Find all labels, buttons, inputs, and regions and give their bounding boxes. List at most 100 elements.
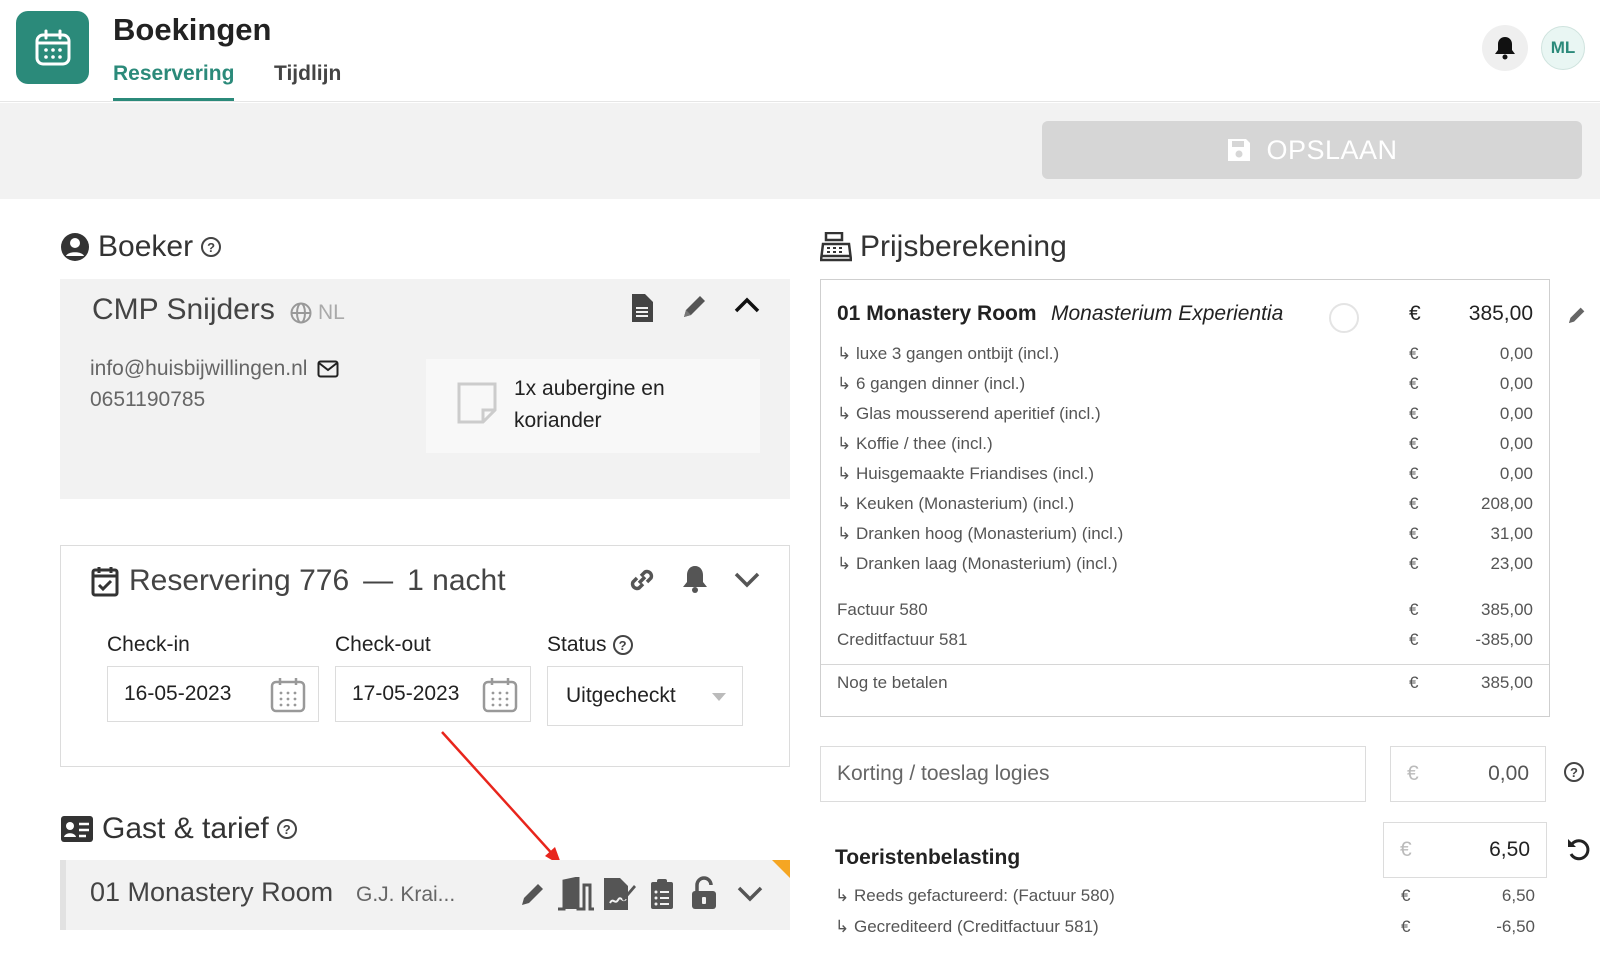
note-text: 1x aubergine en koriander <box>514 377 665 432</box>
bell-icon[interactable] <box>681 564 709 594</box>
currency-symbol: € <box>1409 302 1421 325</box>
chevron-up-icon[interactable] <box>733 295 761 315</box>
link-icon[interactable] <box>626 564 658 596</box>
title-separator: — <box>363 564 394 597</box>
calendar-icon[interactable] <box>270 677 306 713</box>
checkout-value: 17-05-2023 <box>352 682 460 705</box>
status-select[interactable]: Uitgecheckt <box>547 666 743 726</box>
toolbar: OPSLAAN <box>0 103 1600 199</box>
currency-symbol: € <box>1407 762 1419 785</box>
save-label: OPSLAAN <box>1266 134 1398 165</box>
currency-symbol: € <box>1400 838 1412 861</box>
checkin-field[interactable]: 16-05-2023 <box>107 666 319 722</box>
gast-card[interactable]: 01 Monastery Room G.J. Krai... <box>60 860 790 930</box>
help-icon[interactable]: ? <box>1564 762 1584 782</box>
edit-icon[interactable] <box>680 291 710 321</box>
prijs-heading: Prijsberekening <box>820 230 1067 264</box>
email-row: info@huisbijwillingen.nl <box>90 357 339 381</box>
tourist-tax-line: ↳ Gecrediteerd (Creditfactuur 581) € -6,… <box>835 917 1535 936</box>
save-button[interactable]: OPSLAAN <box>1042 121 1582 179</box>
room-amount: 385,00 <box>1468 302 1533 325</box>
price-item: ↳ 6 gangen dinner (incl.) €0,00 <box>837 374 1533 393</box>
status-circle[interactable] <box>1329 303 1359 333</box>
checkout-field[interactable]: 17-05-2023 <box>335 666 531 722</box>
price-breakdown: 01 Monastery Room Monasterium Experienti… <box>820 279 1550 717</box>
divider <box>821 664 1549 665</box>
chevron-down-icon[interactable] <box>736 884 764 904</box>
gast-room: 01 Monastery Room <box>90 877 334 907</box>
mail-icon[interactable] <box>317 360 339 378</box>
price-item: ↳ Koffie / thee (incl.) €0,00 <box>837 434 1533 453</box>
reservering-nights: 1 nacht <box>407 564 506 597</box>
corner-flag <box>772 860 790 878</box>
globe-icon <box>290 302 312 324</box>
booker-phone: 0651190785 <box>90 388 206 411</box>
tourist-tax-label: Toeristenbelasting <box>835 846 1021 869</box>
caret-down-icon <box>712 693 726 701</box>
clipboard-list-icon[interactable] <box>650 878 674 910</box>
booker-email[interactable]: info@huisbijwillingen.nl <box>90 357 307 381</box>
user-circle-icon <box>61 233 89 261</box>
calendar-icon[interactable] <box>482 677 518 713</box>
booker-name: CMP Snijders <box>92 293 275 326</box>
price-item: ↳ Dranken hoog (Monasterium) (incl.) €31,… <box>837 524 1533 543</box>
calendar-app-icon[interactable] <box>16 11 89 84</box>
price-item: ↳ luxe 3 gangen ontbijt (incl.) €0,00 <box>837 344 1533 363</box>
sticky-note-icon <box>457 382 497 424</box>
tab-reservering[interactable]: Reservering <box>113 62 235 101</box>
price-item: ↳ Dranken laag (Monasterium) (incl.) €23,… <box>837 554 1533 573</box>
gast-title: Gast & tarief <box>102 812 269 845</box>
note-box[interactable]: 1x aubergine en koriander <box>426 359 760 453</box>
invoice-line[interactable]: Creditfactuur 581 € -385,00 <box>837 630 1533 656</box>
id-card-icon <box>61 816 93 842</box>
chevron-down-icon[interactable] <box>733 570 761 590</box>
tourist-tax-amount: 6,50 <box>1489 838 1530 861</box>
document-icon[interactable] <box>630 293 654 323</box>
price-item: ↳ Glas mousserend aperitief (incl.) €0,00 <box>837 404 1533 423</box>
language-indicator: NL <box>290 301 345 325</box>
invoice-line[interactable]: Factuur 580 €385,00 <box>837 600 1533 626</box>
help-icon[interactable]: ? <box>276 819 297 839</box>
checkin-value: 16-05-2023 <box>124 682 232 705</box>
status-value: Uitgecheckt <box>566 684 676 707</box>
boeker-title: Boeker <box>98 230 194 263</box>
bell-icon <box>1495 37 1515 60</box>
reservering-heading: Reservering 776 — 1 nacht <box>91 564 506 598</box>
price-item: ↳ Keuken (Monasterium) (incl.) €208,00 <box>837 494 1533 513</box>
reservering-card: Reservering 776 — 1 nacht Check-in 16-05… <box>60 545 790 767</box>
app-title: Boekingen <box>113 12 272 47</box>
help-icon[interactable]: ? <box>201 237 222 257</box>
prijs-title: Prijsberekening <box>860 230 1067 263</box>
status-label: Status <box>547 633 607 656</box>
tab-tijdlijn[interactable]: Tijdlijn <box>274 62 341 98</box>
help-icon[interactable]: ? <box>612 635 633 655</box>
file-signature-icon[interactable] <box>602 877 636 911</box>
gast-heading: Gast & tarief ? <box>60 812 297 846</box>
undo-icon[interactable] <box>1566 836 1592 862</box>
boeker-heading: Boeker ? <box>60 230 222 264</box>
discount-amount-field[interactable]: € 0,00 <box>1390 746 1546 802</box>
cash-register-icon <box>820 232 852 262</box>
room-name: 01 Monastery Room <box>837 302 1037 325</box>
reservering-title: Reservering 776 <box>129 564 350 597</box>
discount-input[interactable]: Korting / toeslag logies <box>820 746 1366 802</box>
tourist-tax-line: ↳ Reeds gefactureerd: (Factuur 580) € 6,… <box>835 886 1535 905</box>
checkout-label: Check-out <box>335 633 431 656</box>
notifications-button[interactable] <box>1482 25 1528 71</box>
language-code: NL <box>318 301 345 324</box>
boeker-card: CMP Snijders NL info@huisbijwillingen.nl… <box>60 279 790 499</box>
discount-amount: 0,00 <box>1488 762 1529 785</box>
edit-icon[interactable] <box>518 879 548 909</box>
gast-guest: G.J. Krai... <box>356 883 456 906</box>
top-bar: Boekingen Reservering Tijdlijn ML <box>0 0 1600 102</box>
outstanding-line: Nog te betalen €385,00 <box>837 673 1533 692</box>
price-item: ↳ Huisgemaakte Friandises (incl.) €0,00 <box>837 464 1533 483</box>
status-label-row: Status ? <box>547 633 633 657</box>
avatar[interactable]: ML <box>1541 26 1585 70</box>
tourist-tax-field[interactable]: € 6,50 <box>1383 822 1547 878</box>
discount-placeholder: Korting / toeslag logies <box>837 762 1050 785</box>
unlock-icon[interactable] <box>690 876 718 910</box>
door-open-icon[interactable] <box>556 877 594 911</box>
arrangement-name: Monasterium Experientia <box>1051 302 1284 325</box>
edit-icon[interactable] <box>1566 304 1588 326</box>
